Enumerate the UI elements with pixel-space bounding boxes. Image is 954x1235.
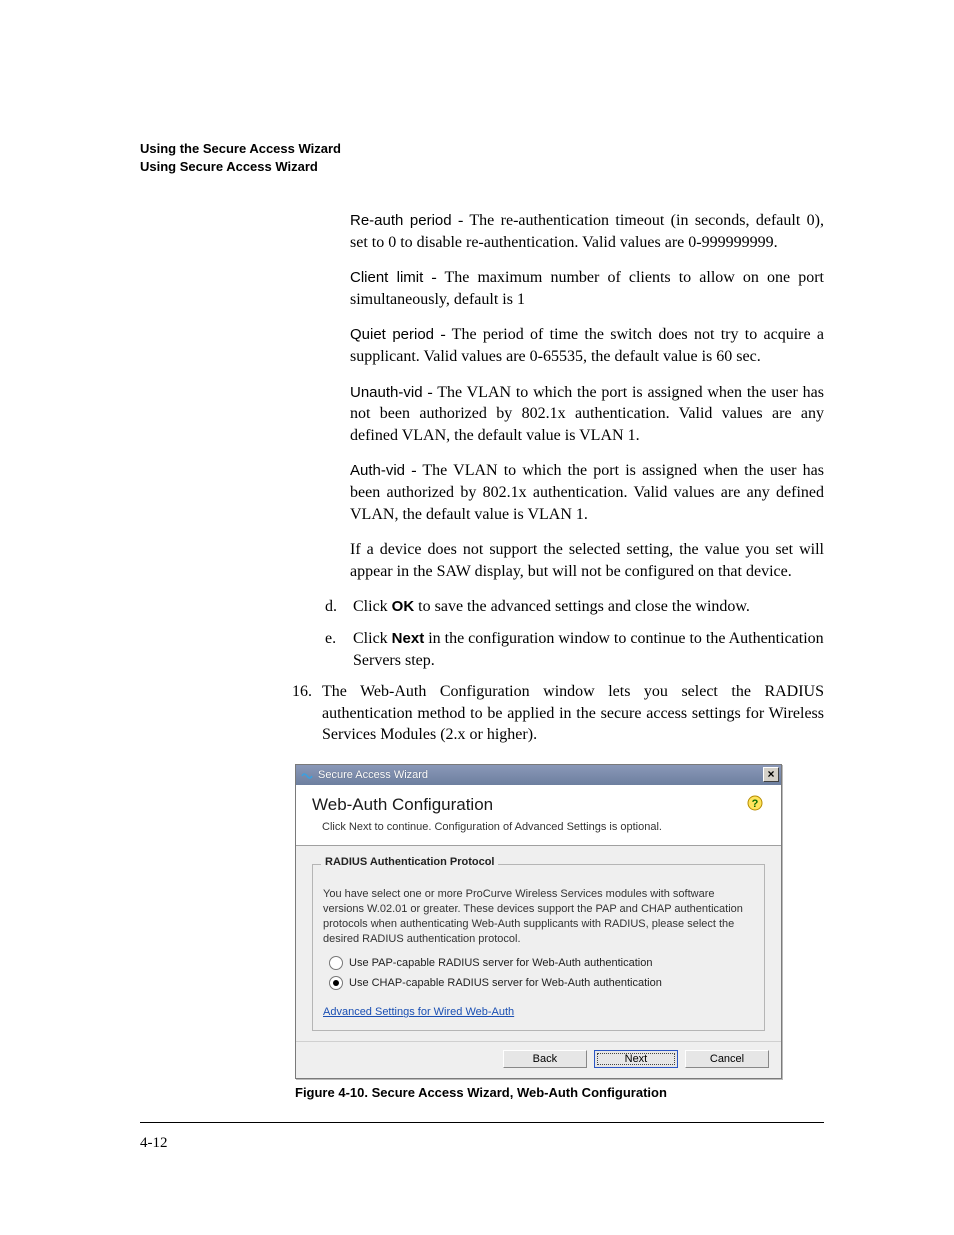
term-auth: Auth-vid	[350, 462, 405, 479]
step-16-text: The Web-Auth Configuration window lets y…	[322, 681, 824, 746]
substep-e-marker: e.	[325, 628, 353, 671]
close-button[interactable]: ×	[763, 767, 779, 782]
def-reauth: Re-auth period - The re-authentication t…	[350, 210, 824, 253]
wizard-window: Secure Access Wizard × Web-Auth Configur…	[295, 764, 782, 1079]
substep-e: e. Click Next in the configuration windo…	[325, 628, 824, 671]
wizard-heading: Web-Auth Configuration	[312, 795, 765, 815]
page-number: 4-12	[140, 1135, 824, 1152]
radius-fieldset: RADIUS Authentication Protocol You have …	[312, 864, 765, 1031]
substep-e-pre: Click	[353, 630, 392, 647]
radio-selected-dot	[333, 980, 339, 986]
wizard-subtext: Click Next to continue. Configuration of…	[322, 821, 765, 833]
svg-text:?: ?	[752, 798, 759, 810]
substep-d-bold: OK	[392, 598, 415, 615]
help-icon[interactable]: ?	[747, 795, 763, 811]
text-auth: - The VLAN to which the port is assigned…	[350, 462, 824, 522]
radio-pap-label: Use PAP-capable RADIUS server for Web-Au…	[349, 957, 652, 969]
substep-d-pre: Click	[353, 598, 392, 615]
term-quiet: Quiet period	[350, 326, 434, 343]
substep-d-post: to save the advanced settings and close …	[414, 598, 750, 615]
next-button[interactable]: Next	[594, 1050, 678, 1068]
title-bar: Secure Access Wizard ×	[296, 765, 781, 785]
radio-pap[interactable]: Use PAP-capable RADIUS server for Web-Au…	[329, 956, 754, 970]
cancel-button[interactable]: Cancel	[685, 1050, 769, 1068]
header-line-1: Using the Secure Access Wizard	[140, 140, 824, 158]
wizard-footer: Back Next Cancel	[296, 1041, 781, 1078]
header-line-2: Using Secure Access Wizard	[140, 158, 824, 176]
app-icon	[300, 768, 314, 782]
figure-caption: Figure 4-10. Secure Access Wizard, Web-A…	[295, 1085, 824, 1100]
term-unauth: Unauth-vid	[350, 384, 423, 401]
step-16-marker: 16.	[280, 681, 322, 746]
wizard-body: RADIUS Authentication Protocol You have …	[296, 846, 781, 1041]
radio-pap-control[interactable]	[329, 956, 343, 970]
wizard-header: Web-Auth Configuration Click Next to con…	[296, 785, 781, 846]
advanced-settings-link[interactable]: Advanced Settings for Wired Web-Auth	[323, 1006, 514, 1018]
radio-chap-label: Use CHAP-capable RADIUS server for Web-A…	[349, 977, 662, 989]
window-title: Secure Access Wizard	[318, 769, 428, 781]
back-button[interactable]: Back	[503, 1050, 587, 1068]
radio-chap[interactable]: Use CHAP-capable RADIUS server for Web-A…	[329, 976, 754, 990]
fieldset-desc: You have select one or more ProCurve Wir…	[323, 887, 754, 946]
substep-e-bold: Next	[392, 630, 425, 647]
def-client-limit: Client limit - The maximum number of cli…	[350, 267, 824, 310]
fieldset-legend: RADIUS Authentication Protocol	[321, 856, 498, 868]
radio-chap-control[interactable]	[329, 976, 343, 990]
substep-d-marker: d.	[325, 596, 353, 618]
term-reauth: Re-auth period	[350, 212, 452, 229]
def-quiet: Quiet period - The period of time the sw…	[350, 324, 824, 367]
substep-d: d. Click OK to save the advanced setting…	[325, 596, 824, 618]
def-auth-vid: Auth-vid - The VLAN to which the port is…	[350, 460, 824, 525]
term-client: Client limit	[350, 269, 423, 286]
substep-e-post: in the configuration window to continue …	[353, 630, 824, 669]
def-unauth-vid: Unauth-vid - The VLAN to which the port …	[350, 382, 824, 447]
running-header: Using the Secure Access Wizard Using Sec…	[140, 140, 824, 175]
step-16: 16. The Web-Auth Configuration window le…	[280, 681, 824, 746]
footer-rule	[140, 1122, 824, 1123]
support-note: If a device does not support the selecte…	[350, 539, 824, 582]
